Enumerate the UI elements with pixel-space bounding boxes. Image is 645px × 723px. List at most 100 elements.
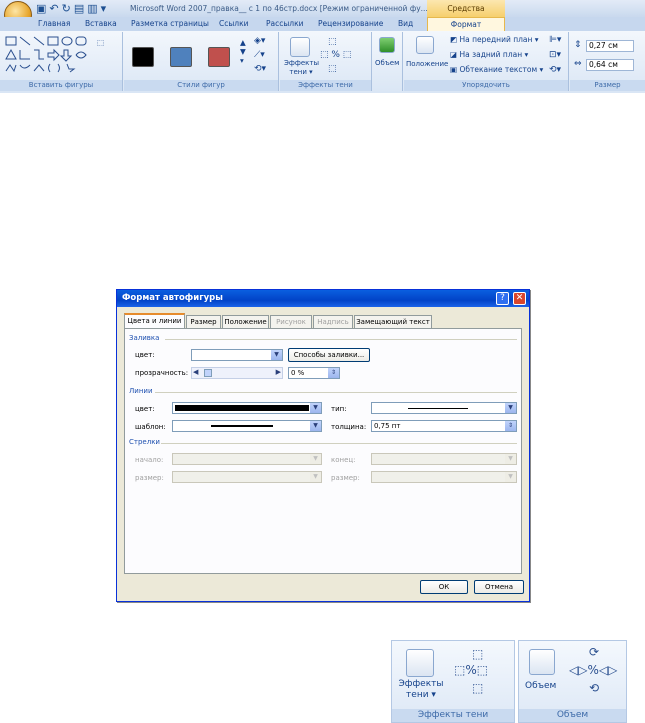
shape-height-input[interactable]: 0,27 см (586, 40, 634, 52)
tab-references[interactable]: Ссылки (219, 17, 248, 31)
tab-home[interactable]: Главная (38, 17, 70, 31)
position-icon[interactable] (416, 36, 434, 54)
tab-format[interactable]: Формат (427, 17, 505, 32)
line-pattern-preview (211, 425, 273, 427)
shadow-effects-big-icon[interactable] (406, 649, 434, 677)
group-shape-styles: ▲ ▼ ▾ ◈▾ ⟋▾ ⟲▾ Стили фигур (124, 32, 279, 91)
slider-left-icon[interactable]: ◀ (193, 368, 198, 376)
slider-thumb[interactable] (204, 369, 212, 377)
tilt-down-icon[interactable]: ⟲ (589, 681, 599, 695)
qat-menu-icon[interactable]: ▾ (101, 2, 110, 15)
text-wrapping-button[interactable]: ▣ Обтекание текстом ▾ (450, 65, 543, 74)
tab-page-layout[interactable]: Разметка страницы (131, 17, 209, 31)
shadow-effects-icon[interactable] (290, 37, 310, 57)
shape-outline-icon[interactable]: ⟋▾ (254, 50, 265, 60)
ok-button[interactable]: ОК (420, 580, 468, 594)
volume-button[interactable]: Объем (375, 59, 399, 67)
format-autoshape-dialog: Формат автофигуры ? ✕ Цвета и линии Разм… (116, 289, 530, 602)
line-type-select[interactable]: ▼ (371, 402, 517, 414)
transparency-value: 0 % (291, 369, 305, 377)
transparency-slider[interactable]: ◀ ▶ (191, 367, 283, 379)
change-shape-icon[interactable]: ⟲▾ (254, 64, 266, 74)
group-volume: Объем (373, 32, 403, 91)
slider-right-icon[interactable]: ▶ (276, 368, 281, 376)
arrow-end-size-select: ▼ (371, 471, 517, 483)
group-label-size: Размер (570, 80, 645, 91)
fill-divider (165, 339, 517, 340)
tab-size[interactable]: Размер (186, 315, 221, 328)
group-objects-icon[interactable]: ⊡▾ (549, 50, 561, 60)
nudge-shadow-down-icon[interactable]: ⬚ (472, 681, 483, 695)
tab-view[interactable]: Вид (398, 17, 413, 31)
nudge-shadow-up-icon[interactable]: ⬚ (328, 37, 337, 47)
fill-color-label: цвет: (135, 351, 155, 359)
send-to-back-button[interactable]: ◪ На задний план ▾ (450, 50, 528, 59)
shadow-effects-big-button[interactable]: Эффекты тени ▾ (394, 679, 448, 701)
volume-icon[interactable] (379, 37, 395, 53)
undo-icon[interactable]: ↶ (49, 2, 61, 15)
line-weight-value: 0,75 пт (374, 422, 401, 430)
bring-to-front-button[interactable]: ◩ На передний план ▾ (450, 35, 539, 44)
shape-fill-icon[interactable]: ◈▾ (254, 36, 265, 46)
style-swatch-blue[interactable] (170, 47, 192, 67)
tilt-up-icon[interactable]: ⟳ (589, 645, 599, 659)
align-icon[interactable]: ⊫▾ (549, 35, 561, 45)
shapes-gallery[interactable] (4, 35, 96, 75)
draw-textbox-icon[interactable]: ⬚ (97, 38, 104, 47)
chevron-down-icon: ▼ (505, 472, 516, 482)
style-swatch-black[interactable] (132, 47, 154, 67)
close-button[interactable]: ✕ (513, 292, 526, 305)
shadow-effects-group-zoom: Эффекты тени ▾ ⬚ ⬚%⬚ ⬚ Эффекты тени (391, 640, 515, 723)
tab-insert[interactable]: Вставка (85, 17, 117, 31)
shadow-effects-button[interactable]: Эффекты тени ▾ (284, 59, 319, 77)
redo-icon[interactable]: ↻ (62, 2, 74, 15)
transparency-input[interactable]: 0 % ⇕ (288, 367, 340, 379)
line-pattern-select[interactable]: ▼ (172, 420, 322, 432)
spinner-icon[interactable]: ⇕ (328, 368, 339, 378)
arrow-begin-select: ▼ (172, 453, 322, 465)
quick-access-toolbar[interactable]: ▣↶↻▤▥▾ (36, 2, 109, 15)
shape-width-input[interactable]: 0,64 см (586, 59, 634, 71)
group-shadow-effects: Эффекты тени ▾ ⬚ ⬚ % ⬚ ⬚ Эффекты тени (280, 32, 372, 91)
dialog-title: Формат автофигуры (117, 290, 529, 307)
tab-position[interactable]: Положение (222, 315, 269, 328)
arrow-end-size-label: размер: (331, 474, 360, 482)
chevron-down-icon: ▼ (310, 421, 321, 431)
position-button[interactable]: Положение (406, 60, 448, 68)
fill-methods-button[interactable]: Способы заливки... (288, 348, 370, 362)
line-type-preview (408, 408, 468, 409)
shadow-toggle-icons[interactable]: ⬚ % ⬚ (320, 50, 351, 60)
shadow-nudge-icons[interactable]: ⬚%⬚ (454, 663, 488, 677)
rotate-icon[interactable]: ⟲▾ (549, 65, 561, 75)
tab-alt-text[interactable]: Замещающий текст (354, 315, 432, 328)
nudge-shadow-up-icon[interactable]: ⬚ (472, 647, 483, 661)
group-label-insert-shapes: Вставить фигуры (0, 80, 122, 91)
volume-big-icon[interactable] (529, 649, 555, 675)
tilt-icons[interactable]: ◁▷%◁▷ (569, 663, 617, 677)
styles-scroll-icon[interactable]: ▲ ▼ ▾ (240, 38, 246, 65)
tab-mailings[interactable]: Рассылки (266, 17, 304, 31)
tab-colors-and-lines[interactable]: Цвета и линии (124, 313, 185, 329)
group-label-shape-styles: Стили фигур (124, 80, 278, 91)
arrow-end-select: ▼ (371, 453, 517, 465)
send-back-label: На задний план ▾ (459, 50, 529, 59)
cancel-button[interactable]: Отмена (474, 580, 524, 594)
save-icon[interactable]: ▣ (36, 2, 49, 15)
text-wrap-label: Обтекание текстом ▾ (459, 65, 544, 74)
arrow-begin-size-label: размер: (135, 474, 164, 482)
line-type-label: тип: (331, 405, 347, 413)
open-icon[interactable]: ▤ (74, 2, 87, 15)
bring-front-label: На передний план ▾ (459, 35, 539, 44)
group-insert-shapes: ⬚ Вставить фигуры (0, 32, 123, 91)
nudge-shadow-down-icon[interactable]: ⬚ (328, 64, 337, 74)
help-button[interactable]: ? (496, 292, 509, 305)
volume-big-button[interactable]: Объем (525, 681, 556, 691)
style-swatch-red[interactable] (208, 47, 230, 67)
print-preview-icon[interactable]: ▥ (87, 2, 100, 15)
group-label-volume-zoom: Объем (519, 709, 626, 722)
line-weight-input[interactable]: 0,75 пт ⇕ (371, 420, 517, 432)
fill-color-select[interactable]: ▼ (191, 349, 283, 361)
tab-review[interactable]: Рецензирование (318, 17, 383, 31)
spinner-icon[interactable]: ⇕ (505, 421, 516, 431)
line-color-select[interactable]: ▼ (172, 402, 322, 414)
